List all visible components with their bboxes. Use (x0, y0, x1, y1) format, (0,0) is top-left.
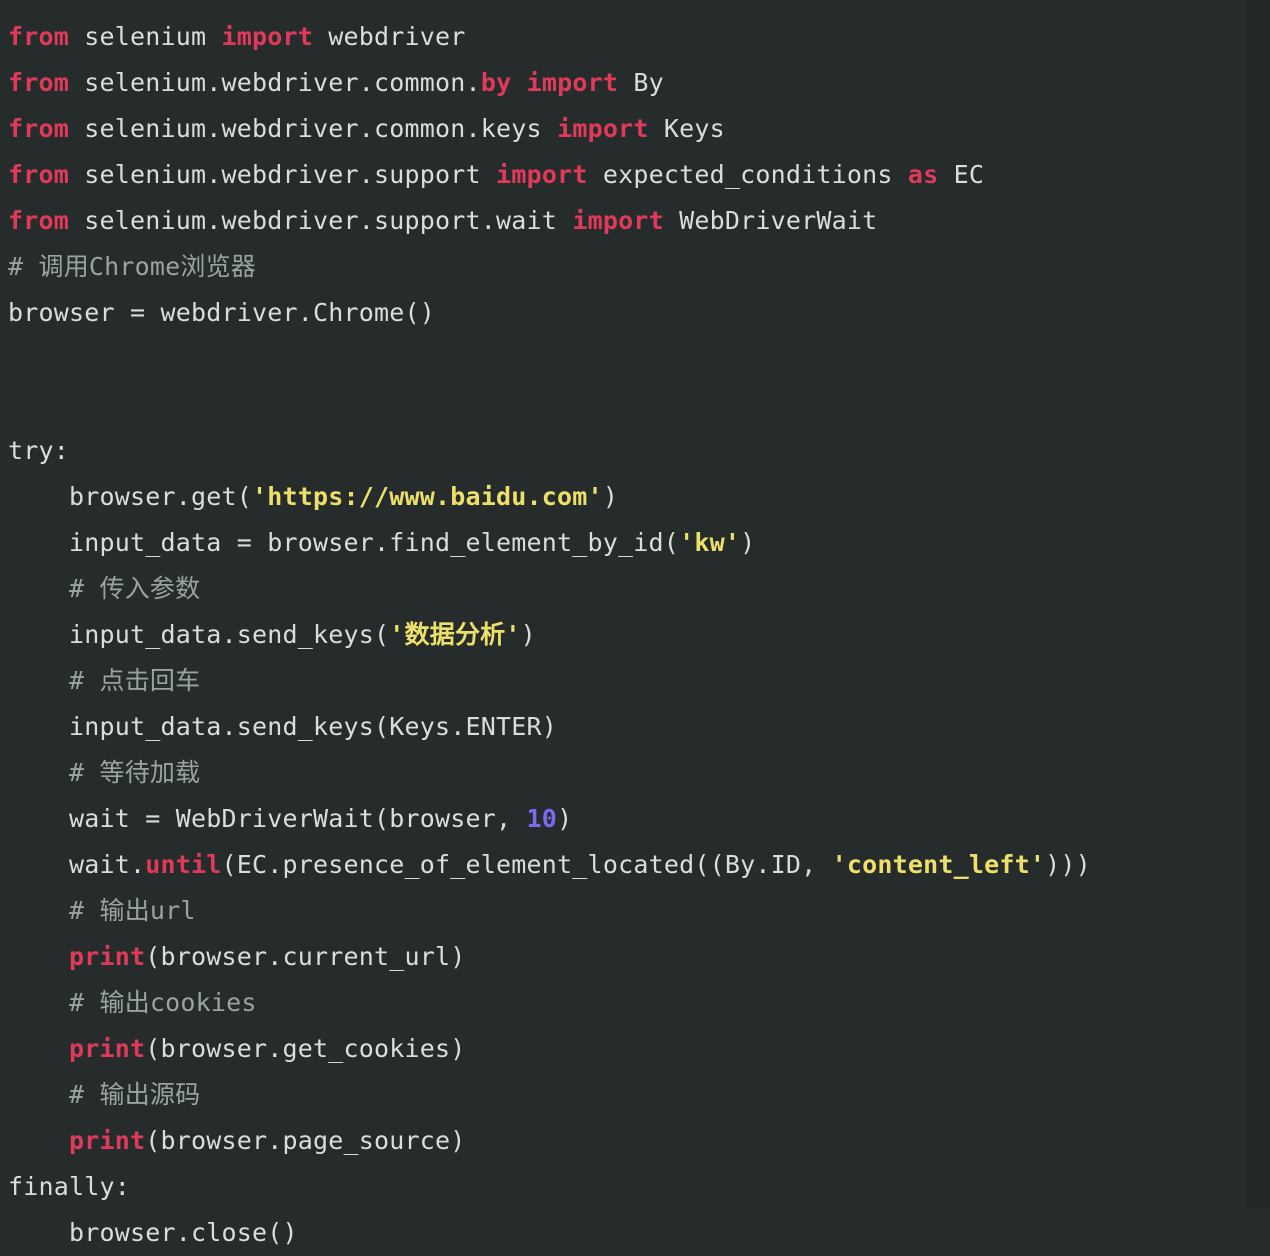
code-line[interactable]: from selenium.webdriver.common.keys impo… (0, 106, 1270, 152)
code-token-plain: webdriver (313, 22, 466, 51)
code-line[interactable]: browser.get('https://www.baidu.com') (0, 474, 1270, 520)
code-token-plain: EC (938, 160, 985, 189)
code-line[interactable]: # 输出cookies (0, 980, 1270, 1026)
code-line[interactable]: input_data.send_keys(Keys.ENTER) (0, 704, 1270, 750)
code-token-kw: by (480, 68, 512, 97)
code-line[interactable]: try: (0, 428, 1270, 474)
code-token-plain: browser.get( (8, 482, 253, 511)
code-token-com: # 输出cookies (8, 988, 257, 1017)
code-line[interactable]: input_data = browser.find_element_by_id(… (0, 520, 1270, 566)
code-token-kw: import (496, 160, 588, 189)
code-token-fn: print (69, 1126, 146, 1155)
code-token-plain: selenium.webdriver.common. (69, 68, 481, 97)
code-line[interactable]: # 输出源码 (0, 1072, 1270, 1118)
code-token-kw: as (907, 160, 939, 189)
code-token-kw: import (526, 68, 619, 97)
code-token-plain: wait = WebDriverWait(browser, (8, 804, 527, 833)
code-token-com: # 输出源码 (8, 1080, 201, 1109)
code-line[interactable]: # 等待加载 (0, 750, 1270, 796)
code-token-str: '数据分析' (389, 620, 521, 649)
code-token-plain: selenium.webdriver.support.wait (69, 206, 573, 235)
code-token-str: 'content_left' (831, 850, 1046, 879)
code-token-plain: (browser.page_source) (145, 1126, 466, 1155)
code-token-plain: (EC.presence_of_element_located((By.ID, (221, 850, 832, 879)
code-token-plain: try: (8, 436, 70, 465)
code-token-plain: ) (557, 804, 573, 833)
code-line[interactable]: # 调用Chrome浏览器 (0, 244, 1270, 290)
code-line[interactable]: from selenium.webdriver.support import e… (0, 152, 1270, 198)
code-token-kw: from (8, 22, 70, 51)
code-token-num: 10 (526, 804, 558, 833)
code-token-com: # 等待加载 (8, 758, 201, 787)
code-line[interactable]: input_data.send_keys('数据分析') (0, 612, 1270, 658)
code-token-plain: Keys (648, 114, 725, 143)
code-token-plain: By (618, 68, 664, 97)
code-line[interactable]: from selenium.webdriver.common.by import… (0, 60, 1270, 106)
code-token-plain: input_data.send_keys( (8, 620, 390, 649)
code-token-plain: expected_conditions (587, 160, 908, 189)
code-line[interactable]: finally: (0, 1164, 1270, 1210)
code-token-plain: (browser.current_url) (145, 942, 466, 971)
code-line[interactable]: # 传入参数 (0, 566, 1270, 612)
code-line[interactable]: wait.until(EC.presence_of_element_locate… (0, 842, 1270, 888)
code-token-com: # 输出url (8, 896, 196, 925)
code-editor-pane[interactable]: from selenium import webdriver from selen… (0, 0, 1270, 1247)
code-token-plain: ) (740, 528, 756, 557)
code-token-plain: ) (520, 620, 536, 649)
code-line[interactable]: # 点击回车 (0, 658, 1270, 704)
code-token-fn: print (69, 942, 146, 971)
code-token-plain: ) (602, 482, 619, 511)
code-token-com: # 点击回车 (8, 666, 201, 695)
code-token-fn: until (145, 850, 222, 879)
code-token-kw: from (8, 160, 70, 189)
code-token-kw: from (8, 68, 70, 97)
code-line[interactable]: browser.close() (0, 1210, 1270, 1256)
code-line[interactable]: # 输出url (0, 888, 1270, 934)
code-token-com: # 调用Chrome浏览器 (8, 252, 257, 281)
code-token-plain: wait. (8, 850, 146, 879)
code-token-plain: browser = webdriver.Chrome() (8, 298, 436, 327)
code-token-plain: WebDriverWait (663, 206, 878, 235)
code-token-kw: import (557, 114, 649, 143)
code-line[interactable]: browser = webdriver.Chrome() (0, 290, 1270, 336)
code-token-fn: print (69, 1034, 146, 1063)
code-token-plain: browser.close() (8, 1218, 298, 1247)
code-token-kw: from (8, 206, 70, 235)
source-code-block[interactable]: from selenium import webdriver from selen… (0, 14, 1270, 1256)
code-line[interactable] (0, 382, 1270, 428)
code-line[interactable]: wait = WebDriverWait(browser, 10) (0, 796, 1270, 842)
code-line[interactable]: from selenium.webdriver.support.wait imp… (0, 198, 1270, 244)
code-line[interactable] (0, 336, 1270, 382)
code-token-plain: selenium.webdriver.common.keys (69, 114, 558, 143)
code-token-str: 'kw' (679, 528, 741, 557)
code-token-kw: import (572, 206, 664, 235)
code-line[interactable]: print(browser.current_url) (0, 934, 1270, 980)
code-token-plain: finally: (8, 1172, 131, 1201)
code-token-kw: from (8, 114, 70, 143)
code-line[interactable]: from selenium import webdriver (0, 14, 1270, 60)
code-token-plain: selenium (69, 22, 222, 51)
code-token-str: 'https://www.baidu.com' (252, 482, 603, 511)
code-token-plain: ))) (1045, 850, 1091, 879)
code-token-com: # 传入参数 (8, 574, 201, 603)
code-token-plain: input_data = browser.find_element_by_id( (8, 528, 680, 557)
code-token-plain: (browser.get_cookies) (145, 1034, 466, 1063)
code-token-plain: input_data.send_keys(Keys.ENTER) (8, 712, 558, 741)
code-token-plain: selenium.webdriver.support (69, 160, 497, 189)
code-token-kw: import (221, 22, 314, 51)
code-line[interactable]: print(browser.get_cookies) (0, 1026, 1270, 1072)
code-line[interactable]: print(browser.page_source) (0, 1118, 1270, 1164)
